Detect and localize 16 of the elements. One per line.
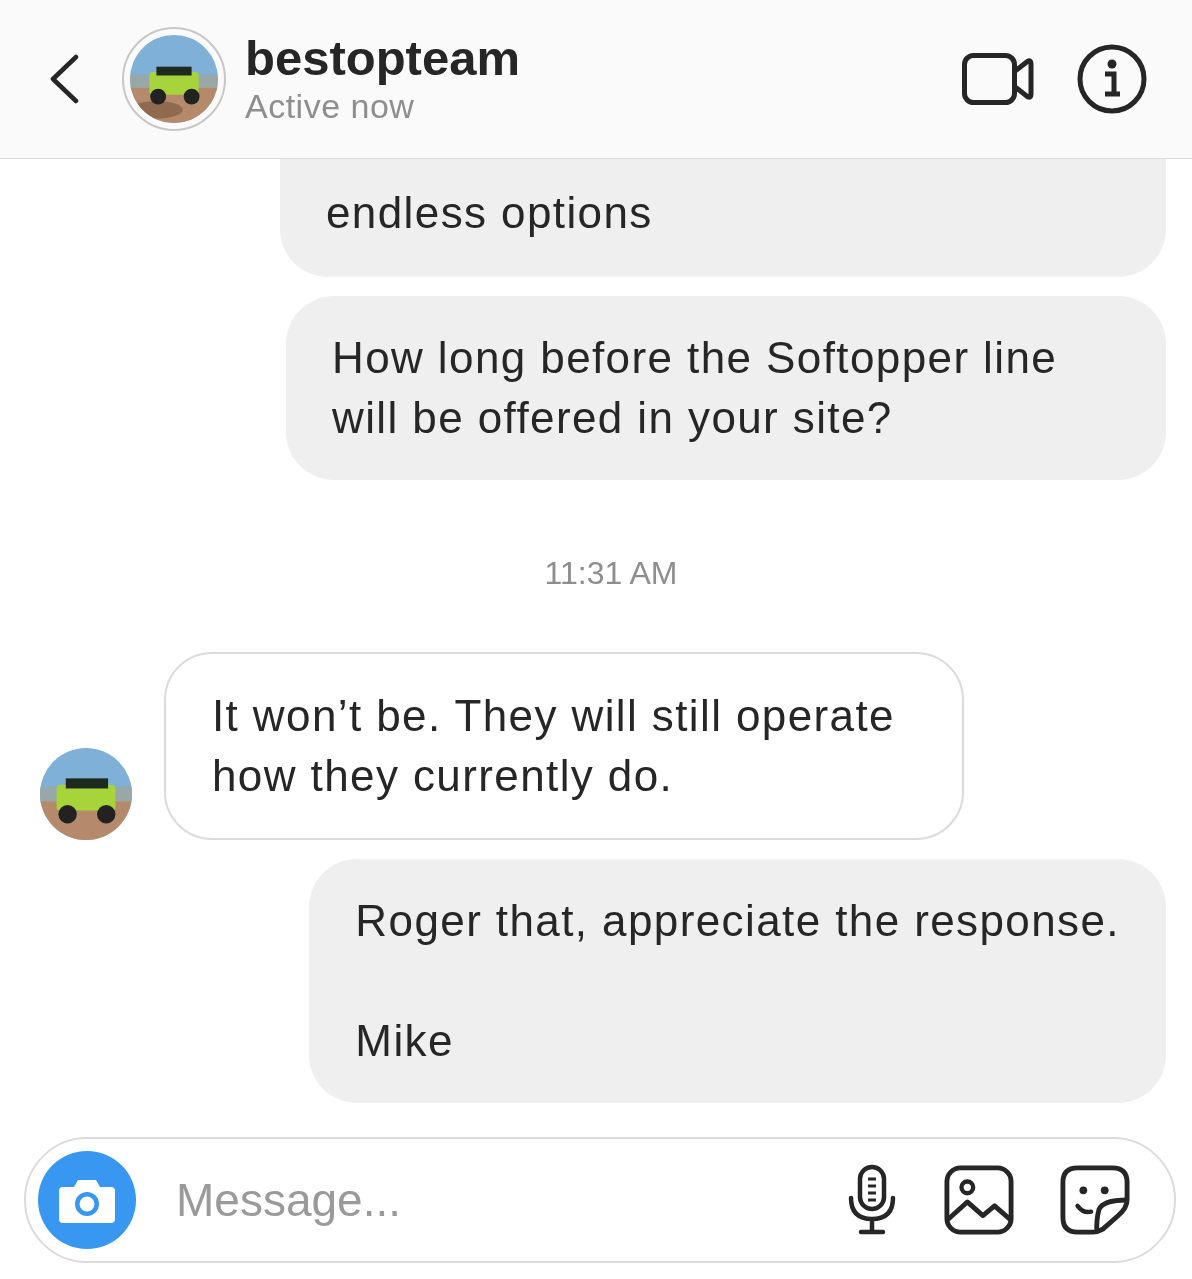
sent-message: How long before the Softopper line will be offered in your site?	[286, 296, 1166, 480]
received-message: It won’t be. They will still operate how they currently do.	[164, 652, 964, 840]
gallery-icon[interactable]	[944, 1165, 1014, 1235]
info-icon[interactable]	[1076, 43, 1148, 115]
profile-avatar[interactable]	[122, 27, 226, 131]
back-icon[interactable]	[48, 54, 80, 104]
microphone-icon[interactable]	[846, 1164, 898, 1236]
active-status: Active now	[245, 86, 416, 127]
sticker-icon[interactable]	[1060, 1165, 1130, 1235]
camera-button[interactable]	[38, 1151, 136, 1249]
contact-name: bestopteam	[245, 31, 521, 85]
message-input[interactable]: Message...	[174, 1172, 800, 1228]
video-call-icon[interactable]	[962, 53, 1034, 105]
sent-message: endless options	[280, 159, 1166, 277]
sent-message: Roger that, appreciate the response. Mike	[309, 859, 1166, 1103]
timestamp: 11:31 AM	[543, 555, 679, 592]
